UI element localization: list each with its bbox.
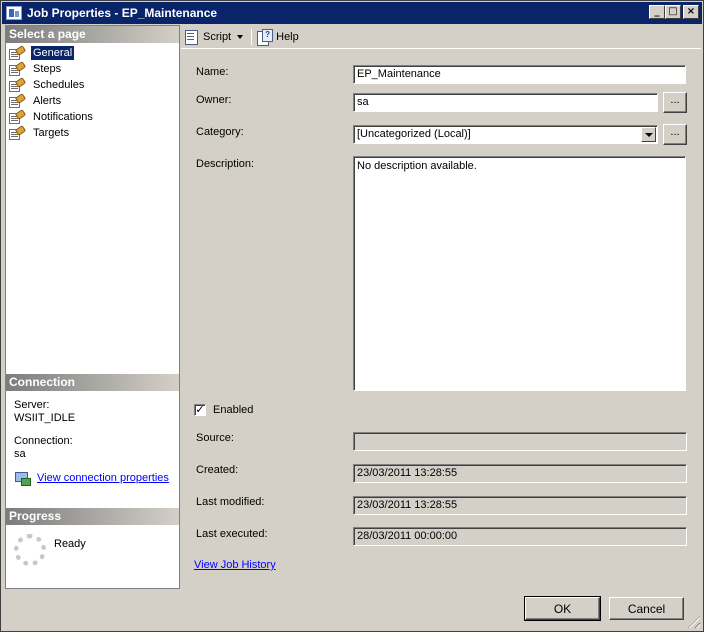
category-dropdown-button[interactable] (641, 127, 656, 142)
ok-button[interactable]: OK (524, 596, 601, 621)
window-title: Job Properties - EP_Maintenance (27, 6, 218, 20)
enabled-checkbox-row[interactable]: ✓ Enabled (194, 404, 253, 416)
window-controls: _ □ × (649, 5, 699, 19)
page-item-targets[interactable]: Targets (9, 124, 179, 141)
select-page-header: Select a page (6, 26, 179, 43)
owner-browse-button[interactable]: ... (663, 92, 687, 113)
view-job-history-link[interactable]: View Job History (194, 559, 276, 571)
page-item-label: Schedules (33, 79, 85, 91)
resize-grip-icon[interactable] (688, 616, 700, 628)
connection-details: Server: WSIIT_IDLE Connection: sa View c… (6, 391, 179, 486)
page-item-label: Alerts (33, 95, 62, 107)
view-connection-properties[interactable]: View connection properties (14, 471, 179, 486)
toolbar: Script Help (181, 25, 701, 49)
page-icon (9, 44, 27, 60)
name-label: Name: (196, 66, 229, 78)
page-icon (9, 60, 27, 76)
last-modified-label: Last modified: (196, 496, 265, 508)
script-label: Script (203, 30, 232, 43)
page-icon (9, 92, 27, 108)
script-icon (184, 29, 199, 45)
owner-label: Owner: (196, 94, 232, 106)
help-label: Help (276, 30, 299, 43)
progress-header: Progress (6, 508, 179, 525)
page-item-notifications[interactable]: Notifications (9, 108, 179, 125)
help-button[interactable]: Help (257, 28, 299, 46)
toolbar-separator (251, 28, 253, 45)
created-label: Created: (196, 464, 239, 476)
server-value: WSIIT_IDLE (14, 412, 76, 424)
progress-body: Ready (6, 525, 179, 566)
last-executed-field: 28/03/2011 00:00:00 (353, 527, 687, 546)
category-value: [Uncategorized (Local)] (357, 128, 471, 140)
enabled-checkbox[interactable]: ✓ (194, 404, 206, 416)
page-item-alerts[interactable]: Alerts (9, 92, 179, 109)
connection-value: sa (14, 448, 26, 460)
script-button[interactable]: Script (184, 29, 244, 45)
description-label: Description: (196, 158, 255, 170)
page-item-label: Notifications (33, 111, 93, 123)
page-item-label: General (31, 46, 75, 60)
created-field: 23/03/2011 13:28:55 (353, 464, 687, 483)
close-button[interactable]: × (683, 5, 699, 19)
chevron-down-icon (644, 132, 653, 137)
server-label: Server: (14, 399, 50, 411)
cancel-button[interactable]: Cancel (609, 597, 684, 620)
last-executed-label: Last executed: (196, 528, 268, 540)
name-field[interactable]: EP_Maintenance (353, 65, 686, 84)
page-item-steps[interactable]: Steps (9, 60, 179, 77)
connection-header: Connection (6, 374, 179, 391)
page-icon (9, 76, 27, 92)
connection-label: Connection: (14, 435, 73, 447)
source-field (353, 432, 687, 451)
page-icon (9, 124, 27, 140)
job-properties-window: Job Properties - EP_Maintenance _ □ × Se… (0, 0, 704, 632)
page-item-label: Steps (33, 63, 62, 75)
category-label: Category: (196, 126, 244, 138)
page-icon (9, 108, 27, 124)
left-pane: Select a page General Steps Schedules Al… (5, 25, 180, 589)
app-icon (6, 6, 22, 20)
help-icon (257, 28, 274, 46)
enabled-label: Enabled (213, 404, 254, 416)
progress-spinner-icon (14, 534, 46, 566)
general-page: Name: EP_Maintenance Owner: sa ... Categ… (181, 50, 701, 589)
progress-section: Progress Ready (6, 508, 179, 566)
page-item-label: Targets (33, 127, 70, 139)
page-item-schedules[interactable]: Schedules (9, 76, 179, 93)
category-browse-button[interactable]: ... (663, 124, 687, 145)
maximize-button[interactable]: □ (665, 5, 681, 19)
last-modified-field: 23/03/2011 13:28:55 (353, 496, 687, 515)
minimize-button[interactable]: _ (649, 5, 665, 19)
progress-status: Ready (54, 538, 86, 550)
page-list: General Steps Schedules Alerts Notificat… (6, 43, 179, 141)
source-label: Source: (196, 432, 234, 444)
connection-properties-icon (14, 471, 31, 486)
page-item-general[interactable]: General (9, 44, 179, 61)
connection-section: Connection Server: WSIIT_IDLE Connection… (6, 374, 179, 486)
description-field[interactable]: No description available. (353, 156, 686, 391)
chevron-down-icon[interactable] (237, 34, 244, 39)
view-connection-properties-link[interactable]: View connection properties (37, 472, 169, 485)
title-bar[interactable]: Job Properties - EP_Maintenance _ □ × (2, 2, 702, 24)
owner-field[interactable]: sa (353, 93, 658, 112)
category-select[interactable]: [Uncategorized (Local)] (353, 125, 658, 144)
